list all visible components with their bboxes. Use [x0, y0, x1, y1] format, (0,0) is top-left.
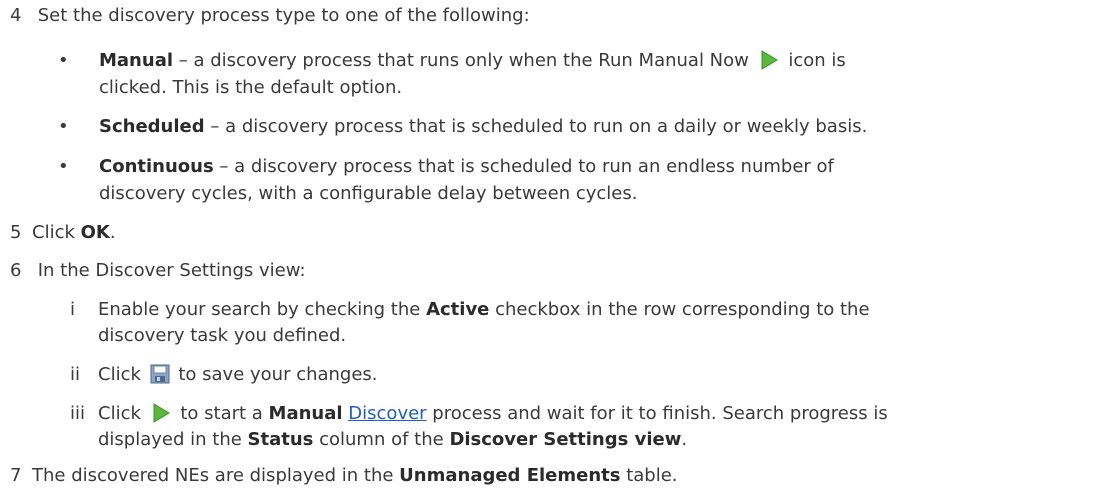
bullet-text: – a discovery process that is scheduled … — [204, 116, 868, 137]
bullet-text: icon is — [782, 50, 846, 71]
substep-iii: Click to start a Manual Discover process… — [98, 401, 1103, 427]
step-text: Set the discovery process type to one of… — [37, 5, 530, 26]
bullet-scheduled: Scheduled – a discovery process that is … — [99, 114, 1099, 140]
play-icon — [151, 403, 171, 423]
play-icon — [759, 50, 779, 70]
substep-number: iii — [70, 403, 86, 424]
substep-text: column of the — [313, 429, 450, 450]
step-6: 6 In the Discover Settings view: — [10, 258, 306, 284]
term-discover-settings-view: Discover Settings view — [449, 429, 682, 450]
step-number: 7 — [10, 465, 22, 486]
term-unmanaged-elements: Unmanaged Elements — [399, 465, 621, 486]
substep-text: Click — [98, 403, 147, 424]
substep-text: Enable your search by checking the — [98, 299, 427, 320]
substep-text: checkbox in the row corresponding to the — [489, 299, 870, 320]
bullet: • — [58, 50, 69, 71]
bullet-text-line: clicked. This is the default option. — [99, 77, 403, 98]
bullet-manual: Manual – a discovery process that runs o… — [99, 48, 1099, 74]
step-5: 5 Click OK. — [10, 220, 116, 246]
step-text: The discovered NEs are displayed in the — [32, 465, 400, 486]
term-manual: Manual — [99, 50, 174, 71]
step-text: . — [109, 222, 116, 243]
substep-text: displayed in the — [98, 429, 248, 450]
term-active: Active — [426, 299, 490, 320]
ok-term: OK — [80, 222, 110, 243]
bullet: • — [58, 116, 69, 137]
substep-ii: Click to save your changes. — [98, 362, 1103, 392]
substep-number: ii — [70, 364, 81, 385]
substep-number: i — [70, 299, 76, 320]
bullet-continuous: Continuous – a discovery process that is… — [99, 154, 1099, 180]
term-continuous: Continuous — [99, 156, 214, 177]
bullet-text: – a discovery process that is scheduled … — [213, 156, 834, 177]
bullet-text-line: discovery cycles, with a configurable de… — [99, 183, 638, 204]
bullet-text: – a discovery process that runs only whe… — [173, 50, 755, 71]
step-text: In the Discover Settings view: — [37, 260, 306, 281]
step-number: 6 — [10, 260, 22, 281]
substep-iii-line2: displayed in the Status column of the Di… — [98, 427, 1103, 453]
step-7: 7 The discovered NEs are displayed in the… — [10, 463, 678, 489]
term-status: Status — [247, 429, 314, 450]
substep-text: process and wait for it to finish. Searc… — [426, 403, 888, 424]
term-manual: Manual — [268, 403, 343, 424]
save-icon — [150, 364, 170, 392]
step-text: Click — [32, 222, 81, 243]
substep-text: . — [681, 429, 688, 450]
document-page: 4 Set the discovery process type to one … — [0, 0, 1110, 489]
bullet: • — [58, 156, 69, 177]
substep-text: Click — [98, 364, 147, 385]
step-number: 4 — [10, 5, 22, 26]
term-scheduled: Scheduled — [99, 116, 205, 137]
substep-i: Enable your search by checking the Activ… — [98, 297, 1103, 323]
substep-text-line: discovery task you defined. — [98, 325, 347, 346]
step-text: table. — [620, 465, 678, 486]
substep-text: to start a — [174, 403, 269, 424]
step-4: 4 Set the discovery process type to one … — [10, 3, 530, 29]
substep-text: to save your changes. — [172, 364, 378, 385]
discover-link[interactable]: Discover — [348, 403, 426, 424]
step-number: 5 — [10, 222, 22, 243]
